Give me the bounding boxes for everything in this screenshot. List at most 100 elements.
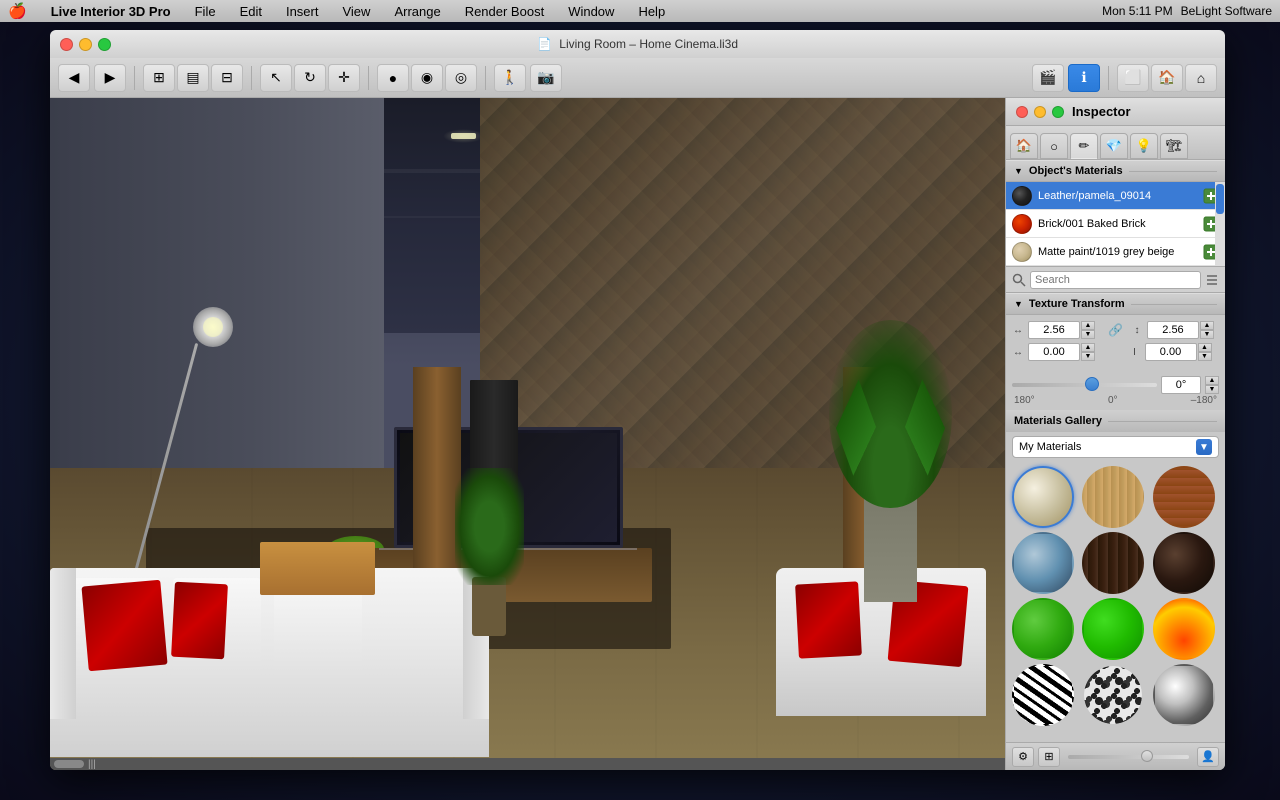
elevation-button[interactable]: ▤: [177, 64, 209, 92]
window-minimize-button[interactable]: [79, 38, 92, 51]
material-search-input[interactable]: [1030, 271, 1201, 289]
rotation-labels: 180° 0° –180°: [1012, 395, 1219, 406]
inspector-tabs: 🏠 ○ ✏ 💎 💡 🏗: [1006, 126, 1225, 160]
select-tool[interactable]: ↖: [260, 64, 292, 92]
small-plant: [461, 468, 518, 636]
height-stepper: ▲ ▼: [1200, 321, 1214, 339]
rotation-value-input[interactable]: [1161, 376, 1201, 394]
rotation-slider-thumb[interactable]: [1085, 377, 1099, 391]
material-ball-ivory[interactable]: [1012, 466, 1074, 528]
size-slider-thumb[interactable]: [1141, 750, 1153, 762]
offset-y-up[interactable]: ▲: [1198, 343, 1212, 352]
gallery-dropdown-arrow[interactable]: ▼: [1196, 439, 1212, 455]
3d-button[interactable]: ⊟: [211, 64, 243, 92]
material-ball-fire[interactable]: [1153, 598, 1215, 660]
gallery-section-header: Materials Gallery: [1006, 410, 1225, 432]
size-slider[interactable]: [1068, 755, 1189, 759]
grid-button[interactable]: ⊞: [1038, 747, 1060, 767]
rotation-up[interactable]: ▲: [1205, 376, 1219, 385]
view-layout-2[interactable]: 🏠: [1151, 64, 1183, 92]
move-tool[interactable]: ✛: [328, 64, 360, 92]
menu-render-boost[interactable]: Render Boost: [461, 4, 549, 19]
offset-x-stepper: ▲ ▼: [1081, 343, 1095, 361]
view-wire[interactable]: ◉: [411, 64, 443, 92]
inspector-close[interactable]: [1016, 106, 1028, 118]
view-solid[interactable]: ●: [377, 64, 409, 92]
tab-house[interactable]: 🏠: [1010, 133, 1038, 159]
menu-edit[interactable]: Edit: [236, 4, 266, 19]
width-down[interactable]: ▼: [1081, 330, 1095, 339]
import-button[interactable]: 👤: [1197, 747, 1219, 767]
settings-button[interactable]: ⚙: [1012, 747, 1034, 767]
height-up[interactable]: ▲: [1200, 321, 1214, 330]
search-icon: [1012, 273, 1026, 287]
walk-tool[interactable]: 🚶: [494, 64, 526, 92]
material-ball-spots[interactable]: [1082, 664, 1144, 726]
rotate-tool[interactable]: ↻: [294, 64, 326, 92]
materials-scrollbar[interactable]: [1215, 182, 1225, 266]
materials-scrollbar-thumb[interactable]: [1216, 184, 1224, 214]
material-ball-water[interactable]: [1012, 532, 1074, 594]
info-button[interactable]: ℹ: [1068, 64, 1100, 92]
height-input[interactable]: [1147, 321, 1199, 339]
section-title-materials: Object's Materials: [1029, 165, 1123, 177]
options-icon: [1205, 273, 1219, 287]
material-ball-green2[interactable]: [1082, 598, 1144, 660]
offset-y-input[interactable]: [1145, 343, 1197, 361]
menu-file[interactable]: File: [191, 4, 220, 19]
menu-view[interactable]: View: [338, 4, 374, 19]
material-ball-brick[interactable]: [1153, 466, 1215, 528]
offset-x-down[interactable]: ▼: [1081, 352, 1095, 361]
tab-light[interactable]: 💡: [1130, 133, 1158, 159]
forward-button[interactable]: ▶: [94, 64, 126, 92]
section-arrow-texture: ▼: [1014, 299, 1023, 309]
material-item-1[interactable]: Brick/001 Baked Brick: [1006, 210, 1225, 238]
viewport-scrollbar[interactable]: |||: [50, 758, 1005, 770]
width-up[interactable]: ▲: [1081, 321, 1095, 330]
window-close-button[interactable]: [60, 38, 73, 51]
rotation-down[interactable]: ▼: [1205, 385, 1219, 394]
window-maximize-button[interactable]: [98, 38, 111, 51]
offset-y-down[interactable]: ▼: [1198, 352, 1212, 361]
tab-materials[interactable]: ✏: [1070, 133, 1098, 159]
view-texture[interactable]: ◎: [445, 64, 477, 92]
app-name[interactable]: Live Interior 3D Pro: [47, 4, 175, 19]
apple-menu[interactable]: 🍎: [8, 2, 27, 20]
link-icon: 🔗: [1108, 323, 1123, 337]
inspector-minimize[interactable]: [1034, 106, 1046, 118]
offset-x-up[interactable]: ▲: [1081, 343, 1095, 352]
material-thumb-0: [1012, 186, 1032, 206]
menu-help[interactable]: Help: [634, 4, 669, 19]
menu-insert[interactable]: Insert: [282, 4, 323, 19]
back-button[interactable]: ◀: [58, 64, 90, 92]
material-ball-green[interactable]: [1012, 598, 1074, 660]
camera-button[interactable]: 📷: [530, 64, 562, 92]
material-ball-zebra[interactable]: [1012, 664, 1074, 726]
viewport[interactable]: |||: [50, 98, 1005, 770]
view-layout-1[interactable]: ⬜: [1117, 64, 1149, 92]
offset-x-input[interactable]: [1028, 343, 1080, 361]
material-item-0[interactable]: Leather/pamela_09014: [1006, 182, 1225, 210]
tab-render[interactable]: 💎: [1100, 133, 1128, 159]
scrollbar-thumb[interactable]: [54, 760, 84, 768]
view-layout-3[interactable]: ⌂: [1185, 64, 1217, 92]
floorplan-button[interactable]: ⊞: [143, 64, 175, 92]
material-item-2[interactable]: Matte paint/1019 grey beige: [1006, 238, 1225, 266]
view-layout-controls: ⬜ 🏠 ⌂: [1117, 64, 1217, 92]
tab-scene[interactable]: 🏗: [1160, 133, 1188, 159]
height-down[interactable]: ▼: [1200, 330, 1214, 339]
material-ball-dark-wood[interactable]: [1082, 532, 1144, 594]
gallery-label: Materials Gallery: [1014, 415, 1102, 427]
material-ball-chrome[interactable]: [1153, 664, 1215, 726]
render-button[interactable]: 🎬: [1032, 64, 1064, 92]
width-input[interactable]: [1028, 321, 1080, 339]
menu-window[interactable]: Window: [564, 4, 618, 19]
material-ball-dark-sphere[interactable]: [1153, 532, 1215, 594]
menu-arrange[interactable]: Arrange: [390, 4, 444, 19]
tab-object[interactable]: ○: [1040, 133, 1068, 159]
material-ball-wood-light[interactable]: [1082, 466, 1144, 528]
transform-row-2: ↔ ▲ ▼ I ▲: [1012, 343, 1219, 361]
inspector-maximize[interactable]: [1052, 106, 1064, 118]
gallery-dropdown[interactable]: My Materials ▼: [1012, 436, 1219, 458]
rotation-slider-track[interactable]: [1012, 383, 1157, 387]
